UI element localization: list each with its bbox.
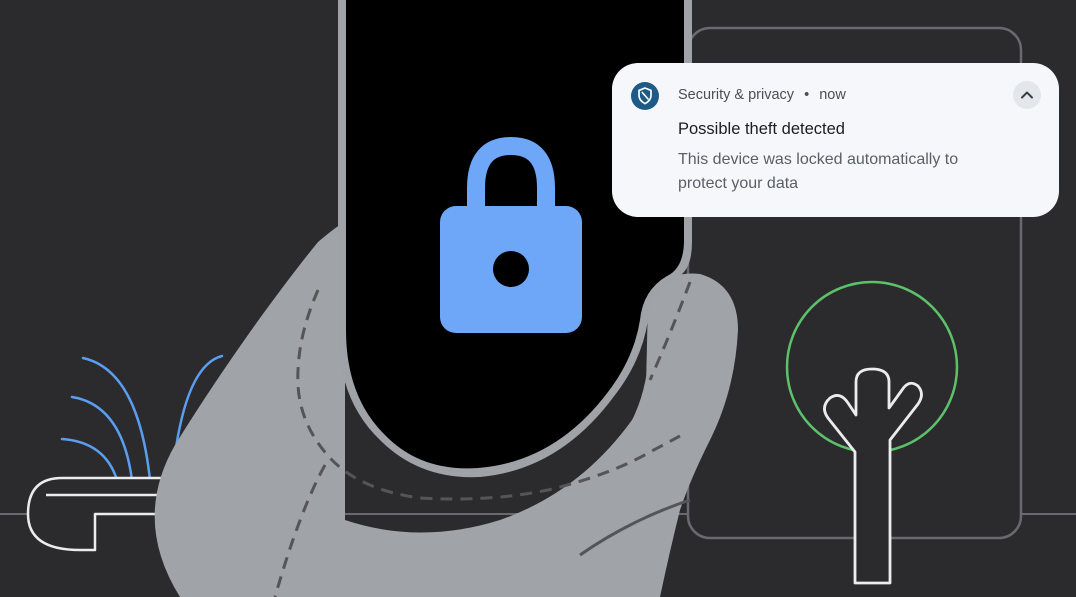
scene-stage: Security & privacy • now Possible theft … xyxy=(0,0,1076,597)
app-name: Security & privacy xyxy=(678,87,795,103)
notification-body: This device was locked automatically to … xyxy=(678,151,959,192)
notification-time: now xyxy=(819,87,846,103)
theft-notification[interactable]: Security & privacy • now Possible theft … xyxy=(612,63,1059,217)
notification-header: Security & privacy • now xyxy=(678,87,846,103)
padlock-keyhole xyxy=(493,251,529,287)
notification-title: Possible theft detected xyxy=(678,120,845,138)
header-separator: • xyxy=(804,87,810,103)
shield-icon xyxy=(631,82,659,110)
chevron-up-icon xyxy=(1021,91,1033,99)
expand-button[interactable] xyxy=(1013,81,1041,109)
